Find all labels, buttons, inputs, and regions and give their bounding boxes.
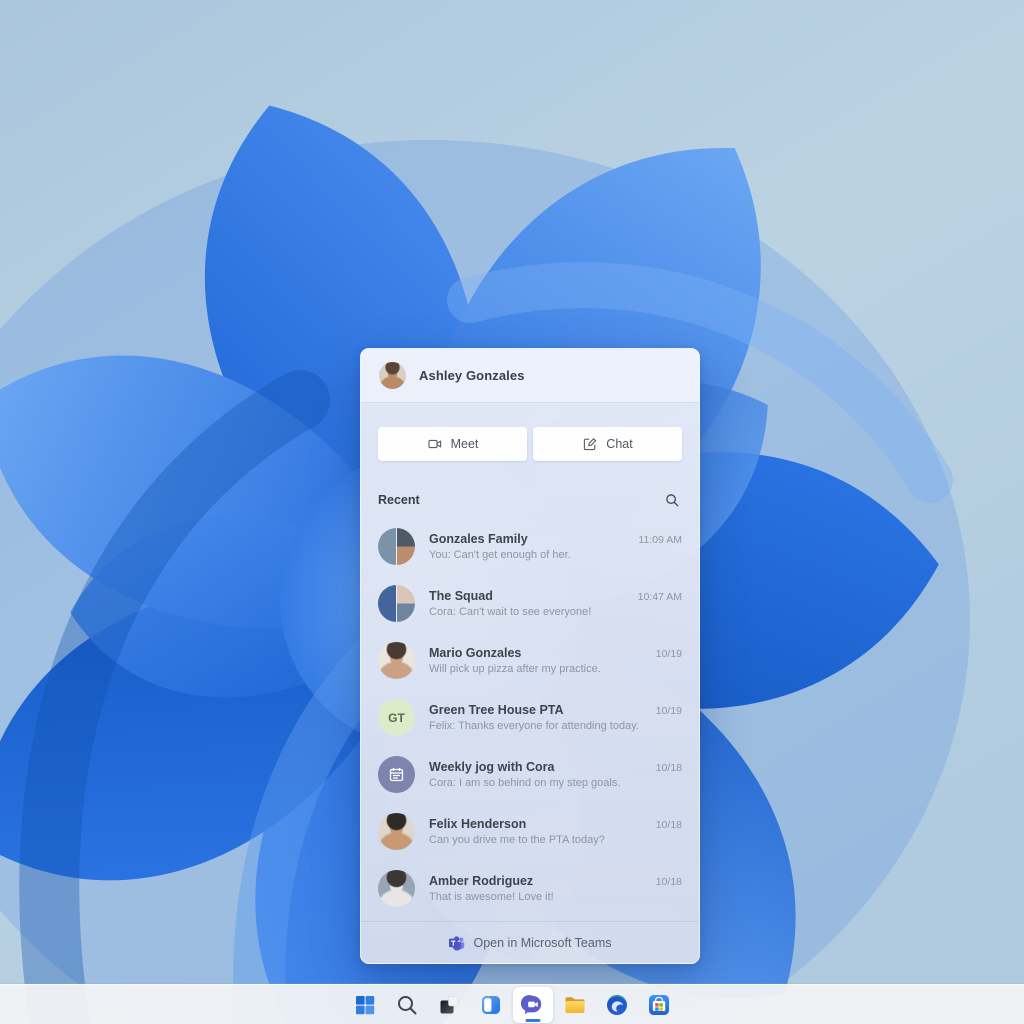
conversation-name: The Squad — [429, 589, 493, 603]
user-name: Ashley Gonzales — [419, 368, 525, 383]
conversation-list: Gonzales Family 11:09 AM You: Can't get … — [361, 516, 699, 917]
conversation-name: Amber Rodriguez — [429, 874, 533, 888]
chat-button[interactable]: Chat — [533, 427, 682, 461]
meet-button-label: Meet — [451, 437, 479, 451]
active-app-indicator — [526, 1019, 541, 1022]
task-view-icon — [437, 993, 461, 1017]
conversation-avatar — [378, 642, 415, 679]
quick-actions: Meet Chat — [361, 403, 699, 461]
flyout-header: Ashley Gonzales — [361, 349, 699, 403]
taskbar-item-file-explorer[interactable] — [555, 987, 595, 1023]
search-button[interactable] — [662, 490, 682, 510]
compose-icon — [582, 436, 598, 452]
microsoft-store-icon — [647, 993, 671, 1017]
user-avatar[interactable] — [379, 362, 406, 389]
edge-icon — [605, 993, 629, 1017]
conversation-name: Felix Henderson — [429, 817, 526, 831]
conversation-avatar — [378, 585, 415, 622]
widgets-icon — [479, 993, 503, 1017]
conversation-name: Weekly jog with Cora — [429, 760, 555, 774]
meet-button[interactable]: Meet — [378, 427, 527, 461]
conversation-time: 10/18 — [656, 762, 682, 774]
conversation-time: 10/19 — [656, 648, 682, 660]
conversation-item[interactable]: Mario Gonzales 10/19 Will pick up pizza … — [361, 632, 699, 689]
conversation-item[interactable]: The Squad 10:47 AM Cora: Can't wait to s… — [361, 575, 699, 632]
conversation-preview: Felix: Thanks everyone for attending tod… — [429, 720, 682, 732]
recent-header: Recent — [378, 490, 682, 510]
conversation-avatar — [378, 528, 415, 565]
conversation-avatar: GT — [378, 699, 415, 736]
conversation-preview: That is awesome! Love it! — [429, 891, 682, 903]
taskbar-item-task-view[interactable] — [429, 987, 469, 1023]
taskbar-item-widgets[interactable] — [471, 987, 511, 1023]
taskbar-item-edge[interactable] — [597, 987, 637, 1023]
conversation-preview: Cora: Can't wait to see everyone! — [429, 606, 682, 618]
recent-label: Recent — [378, 493, 420, 507]
taskbar-item-teams-chat[interactable] — [513, 987, 553, 1023]
conversation-preview: You: Can't get enough of her. — [429, 549, 682, 561]
search-icon — [395, 993, 419, 1017]
video-camera-icon — [427, 436, 443, 452]
teams-chat-icon — [521, 993, 545, 1017]
microsoft-teams-icon — [448, 934, 465, 951]
conversation-preview: Can you drive me to the PTA today? — [429, 834, 682, 846]
chat-button-label: Chat — [606, 437, 632, 451]
conversation-item[interactable]: Felix Henderson 10/18 Can you drive me t… — [361, 803, 699, 860]
taskbar — [0, 984, 1024, 1024]
conversation-avatar — [378, 756, 415, 793]
conversation-item[interactable]: GT Green Tree House PTA 10/19 Felix: Tha… — [361, 689, 699, 746]
taskbar-item-start[interactable] — [345, 987, 385, 1023]
conversation-time: 11:09 AM — [638, 534, 682, 546]
conversation-time: 10:47 AM — [638, 591, 682, 603]
conversation-name: Green Tree House PTA — [429, 703, 564, 717]
conversation-avatar — [378, 813, 415, 850]
teams-chat-flyout: Ashley Gonzales Meet Chat Recent — [360, 348, 700, 964]
conversation-preview: Cora: I am so behind on my step goals. — [429, 777, 682, 789]
taskbar-item-search[interactable] — [387, 987, 427, 1023]
conversation-time: 10/19 — [656, 705, 682, 717]
conversation-avatar — [378, 870, 415, 907]
search-icon — [665, 493, 680, 508]
file-explorer-icon — [563, 993, 587, 1017]
taskbar-item-store[interactable] — [639, 987, 679, 1023]
conversation-item[interactable]: Gonzales Family 11:09 AM You: Can't get … — [361, 518, 699, 575]
conversation-time: 10/18 — [656, 876, 682, 888]
conversation-time: 10/18 — [656, 819, 682, 831]
conversation-item[interactable]: Weekly jog with Cora 10/18 Cora: I am so… — [361, 746, 699, 803]
conversation-item[interactable]: Amber Rodriguez 10/18 That is awesome! L… — [361, 860, 699, 917]
conversation-preview: Will pick up pizza after my practice. — [429, 663, 682, 675]
conversation-name: Gonzales Family — [429, 532, 528, 546]
calendar-icon — [388, 766, 405, 783]
conversation-name: Mario Gonzales — [429, 646, 521, 660]
open-in-teams-link[interactable]: Open in Microsoft Teams — [361, 921, 699, 963]
open-in-teams-label: Open in Microsoft Teams — [473, 936, 611, 950]
windows-start-icon — [353, 993, 377, 1017]
